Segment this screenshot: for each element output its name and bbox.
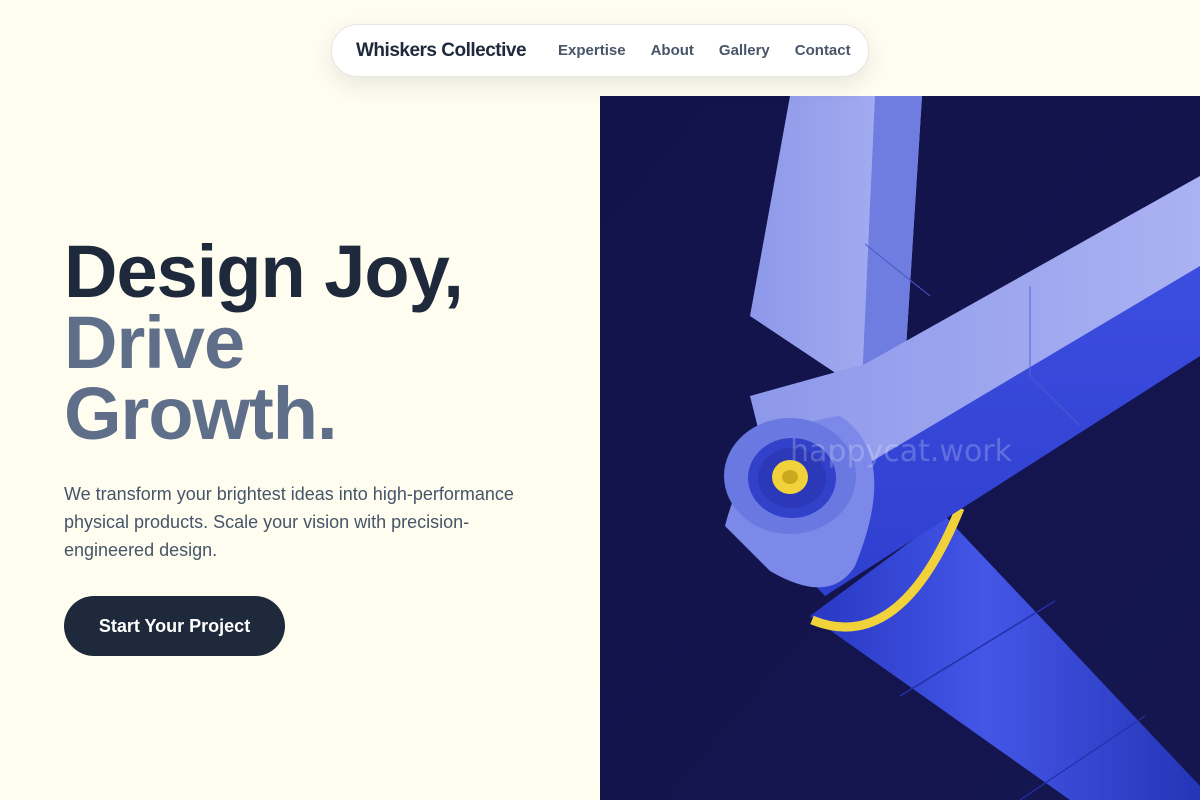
hero-description: We transform your brightest ideas into h… [64,484,514,560]
top-navigation: Whiskers Collective Expertise About Gall… [331,24,869,77]
headline-line-1: Design Joy, [64,230,464,313]
nav-link-about[interactable]: About [651,42,694,59]
robot-arm-illustration [600,96,1200,800]
nav-links: Expertise About Gallery Contact [558,42,851,59]
headline-line-3: Growth. [64,372,338,455]
landing-page: Whiskers Collective Expertise About Gall… [0,0,1200,800]
headline-line-2: Drive [64,301,245,384]
brand-logo[interactable]: Whiskers Collective [356,40,527,62]
nav-link-expertise[interactable]: Expertise [558,42,626,59]
hero-image: happycat.work [600,96,1200,800]
start-project-button[interactable]: Start Your Project [64,596,285,656]
nav-link-gallery[interactable]: Gallery [719,42,770,59]
hero-headline: Design Joy, Drive Growth. [64,230,464,455]
nav-link-contact[interactable]: Contact [795,42,851,59]
